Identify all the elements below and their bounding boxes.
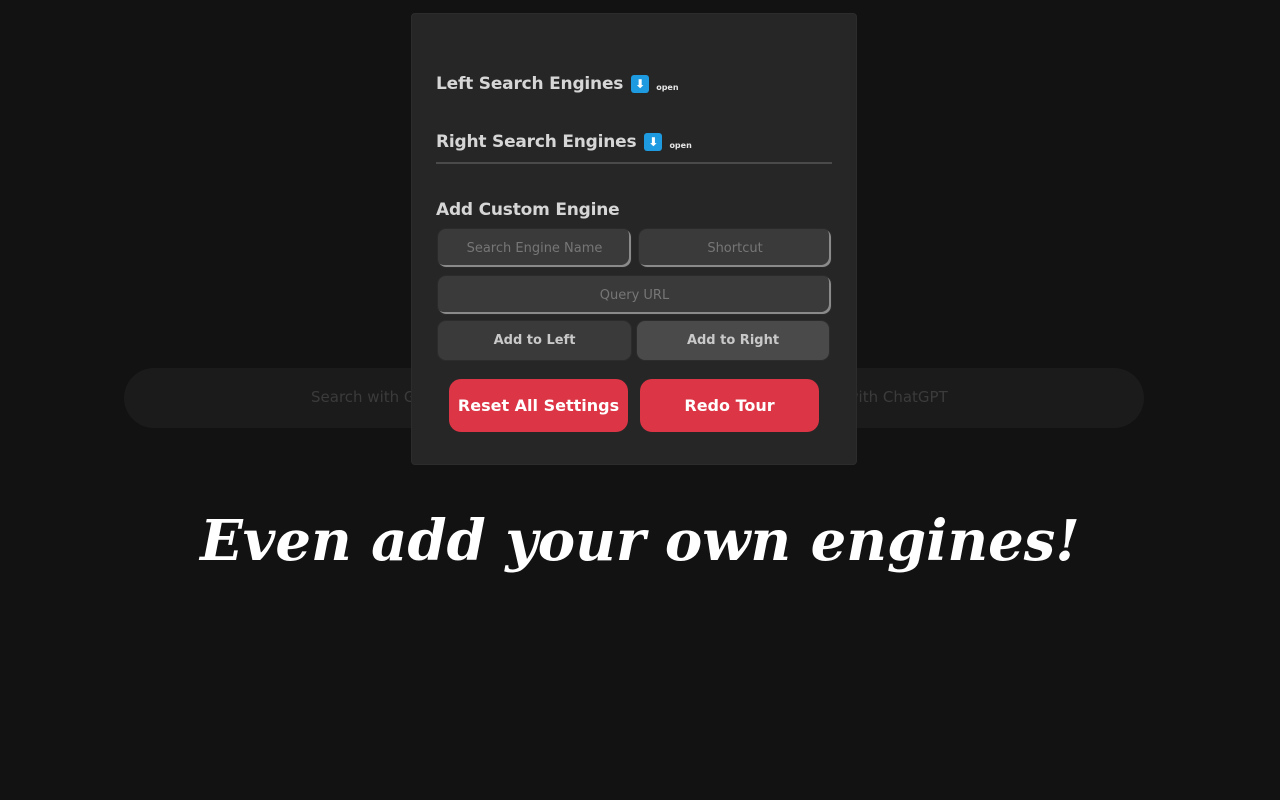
redo-tour-button[interactable]: Redo Tour [640, 379, 819, 432]
right-engines-open-toggle[interactable]: open [669, 141, 691, 150]
left-engines-header: Left Search Engines ⬇ open [436, 74, 679, 94]
promo-headline: Even add your own engines! [200, 508, 1080, 574]
left-engines-open-toggle[interactable]: open [656, 83, 678, 92]
engine-name-input[interactable] [437, 228, 632, 268]
reset-settings-button[interactable]: Reset All Settings [449, 379, 628, 432]
section-divider [436, 162, 832, 164]
custom-engine-title: Add Custom Engine [436, 200, 620, 220]
settings-panel: Left Search Engines ⬇ open Right Search … [412, 14, 856, 464]
right-engines-header: Right Search Engines ⬇ open [436, 132, 692, 152]
left-engines-title: Left Search Engines [436, 74, 624, 94]
down-arrow-icon[interactable]: ⬇ [644, 133, 663, 151]
query-url-input[interactable] [437, 275, 832, 315]
right-engines-title: Right Search Engines [436, 132, 637, 152]
add-to-left-button[interactable]: Add to Left [437, 320, 632, 361]
left-search-placeholder: Search with Go [311, 388, 425, 406]
screen: Search with Go h with ChatGPT Left Searc… [0, 0, 1280, 800]
shortcut-input[interactable] [638, 228, 832, 268]
down-arrow-icon[interactable]: ⬇ [631, 75, 650, 93]
add-to-right-button[interactable]: Add to Right [636, 320, 830, 361]
